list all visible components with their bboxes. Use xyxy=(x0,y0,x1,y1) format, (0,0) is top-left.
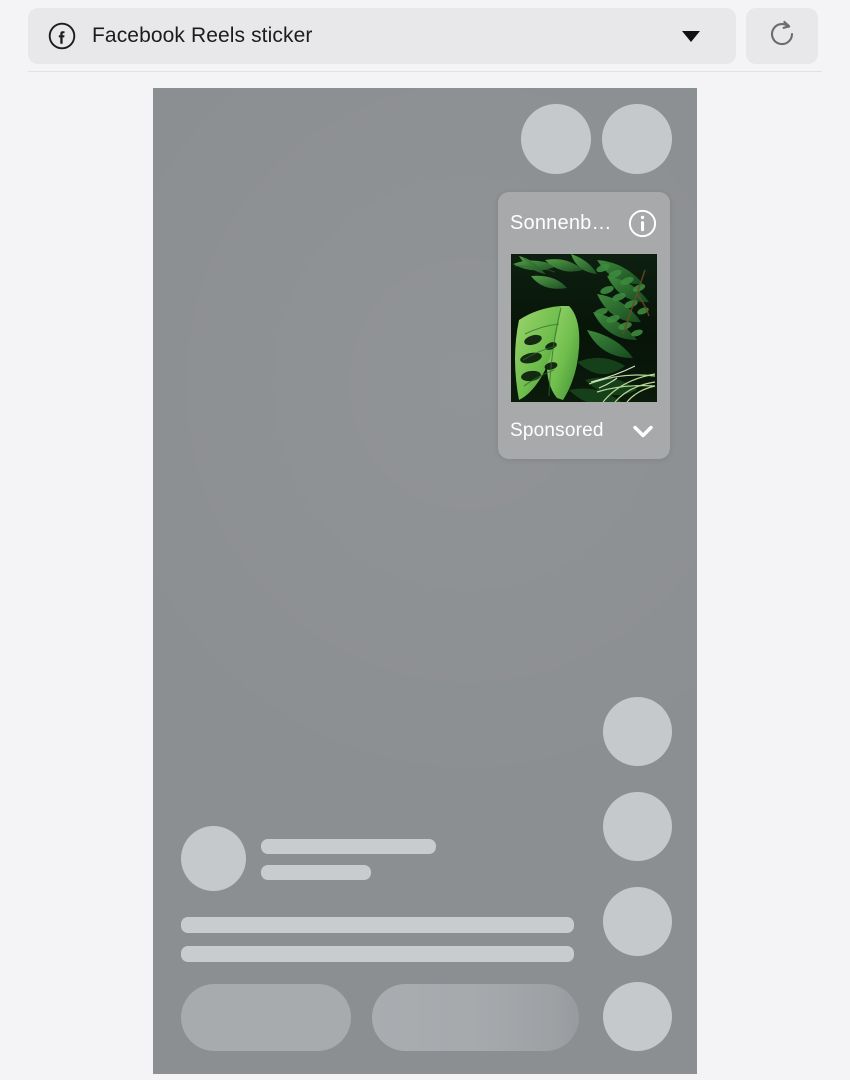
refresh-button[interactable] xyxy=(746,8,818,64)
placeholder-pill xyxy=(181,984,351,1051)
placeholder-avatar xyxy=(181,826,246,891)
info-icon[interactable] xyxy=(628,209,657,238)
sticker-footer[interactable]: Sponsored xyxy=(498,402,670,459)
placeholder-circle xyxy=(603,982,672,1051)
chevron-down-icon[interactable] xyxy=(682,30,700,42)
placeholder-circle xyxy=(602,104,672,174)
placeholder-text-bar xyxy=(181,917,574,933)
toolbar-divider xyxy=(28,71,822,72)
sticker-header: Sonnenb… xyxy=(498,192,670,254)
toolbar: Facebook Reels sticker xyxy=(0,0,850,72)
placeholder-text-bar xyxy=(261,865,371,880)
sticker-media xyxy=(511,254,657,402)
facebook-icon xyxy=(48,22,76,50)
placeholder-circle xyxy=(521,104,591,174)
chevron-down-icon[interactable] xyxy=(630,418,656,444)
reels-preview-frame: Sonnenb… Sponsored xyxy=(153,88,697,1074)
sponsored-sticker-card[interactable]: Sonnenb… Sponsored xyxy=(498,192,670,459)
placeholder-text-bar xyxy=(261,839,436,854)
placeholder-circle xyxy=(603,792,672,861)
sticker-title: Sonnenb… xyxy=(510,211,612,234)
placeholder-pill xyxy=(372,984,579,1051)
placeholder-circle xyxy=(603,887,672,956)
placeholder-circle xyxy=(603,697,672,766)
sponsored-label: Sponsored xyxy=(510,419,604,441)
placeholder-text-bar xyxy=(181,946,574,962)
ad-format-label: Facebook Reels sticker xyxy=(92,24,313,47)
ad-format-selector[interactable]: Facebook Reels sticker xyxy=(28,8,736,64)
refresh-icon xyxy=(765,17,799,56)
